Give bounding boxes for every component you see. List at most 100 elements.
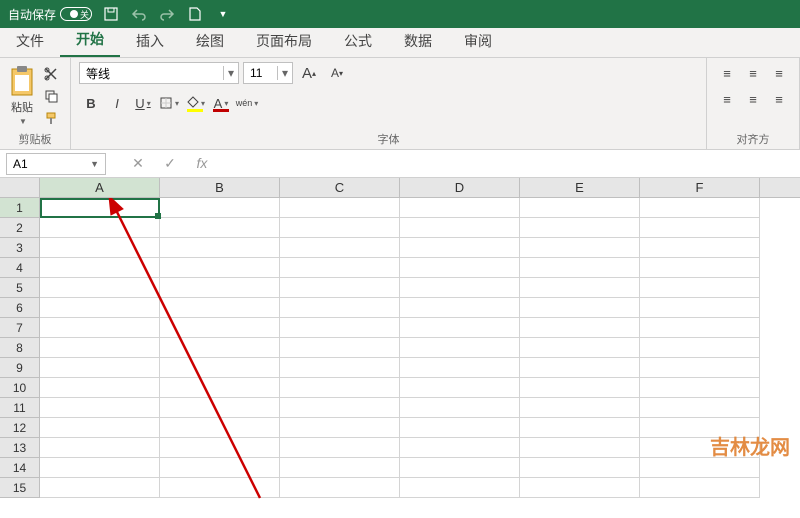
- cell[interactable]: [160, 378, 280, 398]
- cell[interactable]: [400, 358, 520, 378]
- tab-review[interactable]: 审阅: [448, 25, 508, 57]
- cell[interactable]: [400, 438, 520, 458]
- cell[interactable]: [160, 198, 280, 218]
- cell[interactable]: [520, 338, 640, 358]
- cell[interactable]: [280, 398, 400, 418]
- tab-draw[interactable]: 绘图: [180, 25, 240, 57]
- align-bottom-button[interactable]: ≡: [767, 62, 791, 84]
- cell[interactable]: [160, 338, 280, 358]
- row-header[interactable]: 12: [0, 418, 40, 438]
- cell[interactable]: [400, 318, 520, 338]
- row-header[interactable]: 2: [0, 218, 40, 238]
- col-header-b[interactable]: B: [160, 178, 280, 197]
- cell[interactable]: [40, 218, 160, 238]
- cell[interactable]: [640, 238, 760, 258]
- align-right-button[interactable]: ≡: [767, 88, 791, 110]
- row-header[interactable]: 9: [0, 358, 40, 378]
- col-header-f[interactable]: F: [640, 178, 760, 197]
- col-header-c[interactable]: C: [280, 178, 400, 197]
- cell[interactable]: [520, 278, 640, 298]
- cell[interactable]: [520, 318, 640, 338]
- autosave-toggle[interactable]: 自动保存 关: [8, 6, 92, 23]
- font-color-button[interactable]: A▾: [209, 92, 233, 114]
- col-header-e[interactable]: E: [520, 178, 640, 197]
- align-middle-button[interactable]: ≡: [741, 62, 765, 84]
- cell[interactable]: [640, 378, 760, 398]
- tab-insert[interactable]: 插入: [120, 25, 180, 57]
- cell[interactable]: [400, 458, 520, 478]
- cell[interactable]: [520, 298, 640, 318]
- cell[interactable]: [520, 418, 640, 438]
- tab-layout[interactable]: 页面布局: [240, 25, 328, 57]
- cell[interactable]: [280, 318, 400, 338]
- cell[interactable]: [400, 398, 520, 418]
- cell[interactable]: [40, 258, 160, 278]
- phonetic-button[interactable]: wén▾: [235, 92, 259, 114]
- row-header[interactable]: 14: [0, 458, 40, 478]
- cell[interactable]: [400, 418, 520, 438]
- cell[interactable]: [400, 298, 520, 318]
- cell[interactable]: [160, 318, 280, 338]
- cell[interactable]: [40, 238, 160, 258]
- cell[interactable]: [160, 438, 280, 458]
- cell[interactable]: [520, 198, 640, 218]
- cell[interactable]: [400, 198, 520, 218]
- cell[interactable]: [280, 458, 400, 478]
- cell[interactable]: [640, 278, 760, 298]
- save-icon[interactable]: [102, 5, 120, 23]
- cell[interactable]: [520, 238, 640, 258]
- row-header[interactable]: 8: [0, 338, 40, 358]
- cell[interactable]: [640, 358, 760, 378]
- cell[interactable]: [280, 218, 400, 238]
- cell[interactable]: [640, 258, 760, 278]
- cell[interactable]: [520, 358, 640, 378]
- cell[interactable]: [40, 278, 160, 298]
- cell[interactable]: [520, 258, 640, 278]
- cell[interactable]: [160, 278, 280, 298]
- cell[interactable]: [280, 338, 400, 358]
- font-name-dropdown[interactable]: 等线 ▾: [79, 62, 239, 84]
- cell[interactable]: [280, 298, 400, 318]
- cell[interactable]: [520, 378, 640, 398]
- cell[interactable]: [280, 358, 400, 378]
- paste-button[interactable]: 粘贴 ▼: [8, 65, 36, 126]
- cell[interactable]: [160, 258, 280, 278]
- cell[interactable]: [280, 198, 400, 218]
- undo-icon[interactable]: [130, 5, 148, 23]
- cell[interactable]: [640, 338, 760, 358]
- cell[interactable]: [160, 458, 280, 478]
- cell[interactable]: [640, 478, 760, 498]
- cell[interactable]: [400, 278, 520, 298]
- cell[interactable]: [160, 418, 280, 438]
- cell[interactable]: [640, 198, 760, 218]
- row-header[interactable]: 13: [0, 438, 40, 458]
- cell[interactable]: [400, 478, 520, 498]
- cell[interactable]: [520, 458, 640, 478]
- cell[interactable]: [280, 258, 400, 278]
- align-center-button[interactable]: ≡: [741, 88, 765, 110]
- tab-home[interactable]: 开始: [60, 23, 120, 57]
- copy-button[interactable]: [40, 86, 62, 106]
- select-all-corner[interactable]: [0, 178, 40, 197]
- cell[interactable]: [160, 398, 280, 418]
- cancel-formula-button[interactable]: ✕: [126, 155, 150, 172]
- cell[interactable]: [280, 478, 400, 498]
- cell[interactable]: [40, 418, 160, 438]
- bold-button[interactable]: B: [79, 92, 103, 114]
- cell[interactable]: [40, 298, 160, 318]
- cell[interactable]: [40, 398, 160, 418]
- new-file-icon[interactable]: [186, 5, 204, 23]
- qat-dropdown-icon[interactable]: ▼: [214, 5, 232, 23]
- cell[interactable]: [40, 358, 160, 378]
- italic-button[interactable]: I: [105, 92, 129, 114]
- tab-file[interactable]: 文件: [0, 25, 60, 57]
- cell[interactable]: [400, 378, 520, 398]
- cell[interactable]: [640, 318, 760, 338]
- cell[interactable]: [40, 478, 160, 498]
- underline-button[interactable]: U▾: [131, 92, 155, 114]
- cell[interactable]: [160, 238, 280, 258]
- cell[interactable]: [40, 378, 160, 398]
- cell[interactable]: [280, 238, 400, 258]
- row-header[interactable]: 7: [0, 318, 40, 338]
- format-painter-button[interactable]: [40, 108, 62, 128]
